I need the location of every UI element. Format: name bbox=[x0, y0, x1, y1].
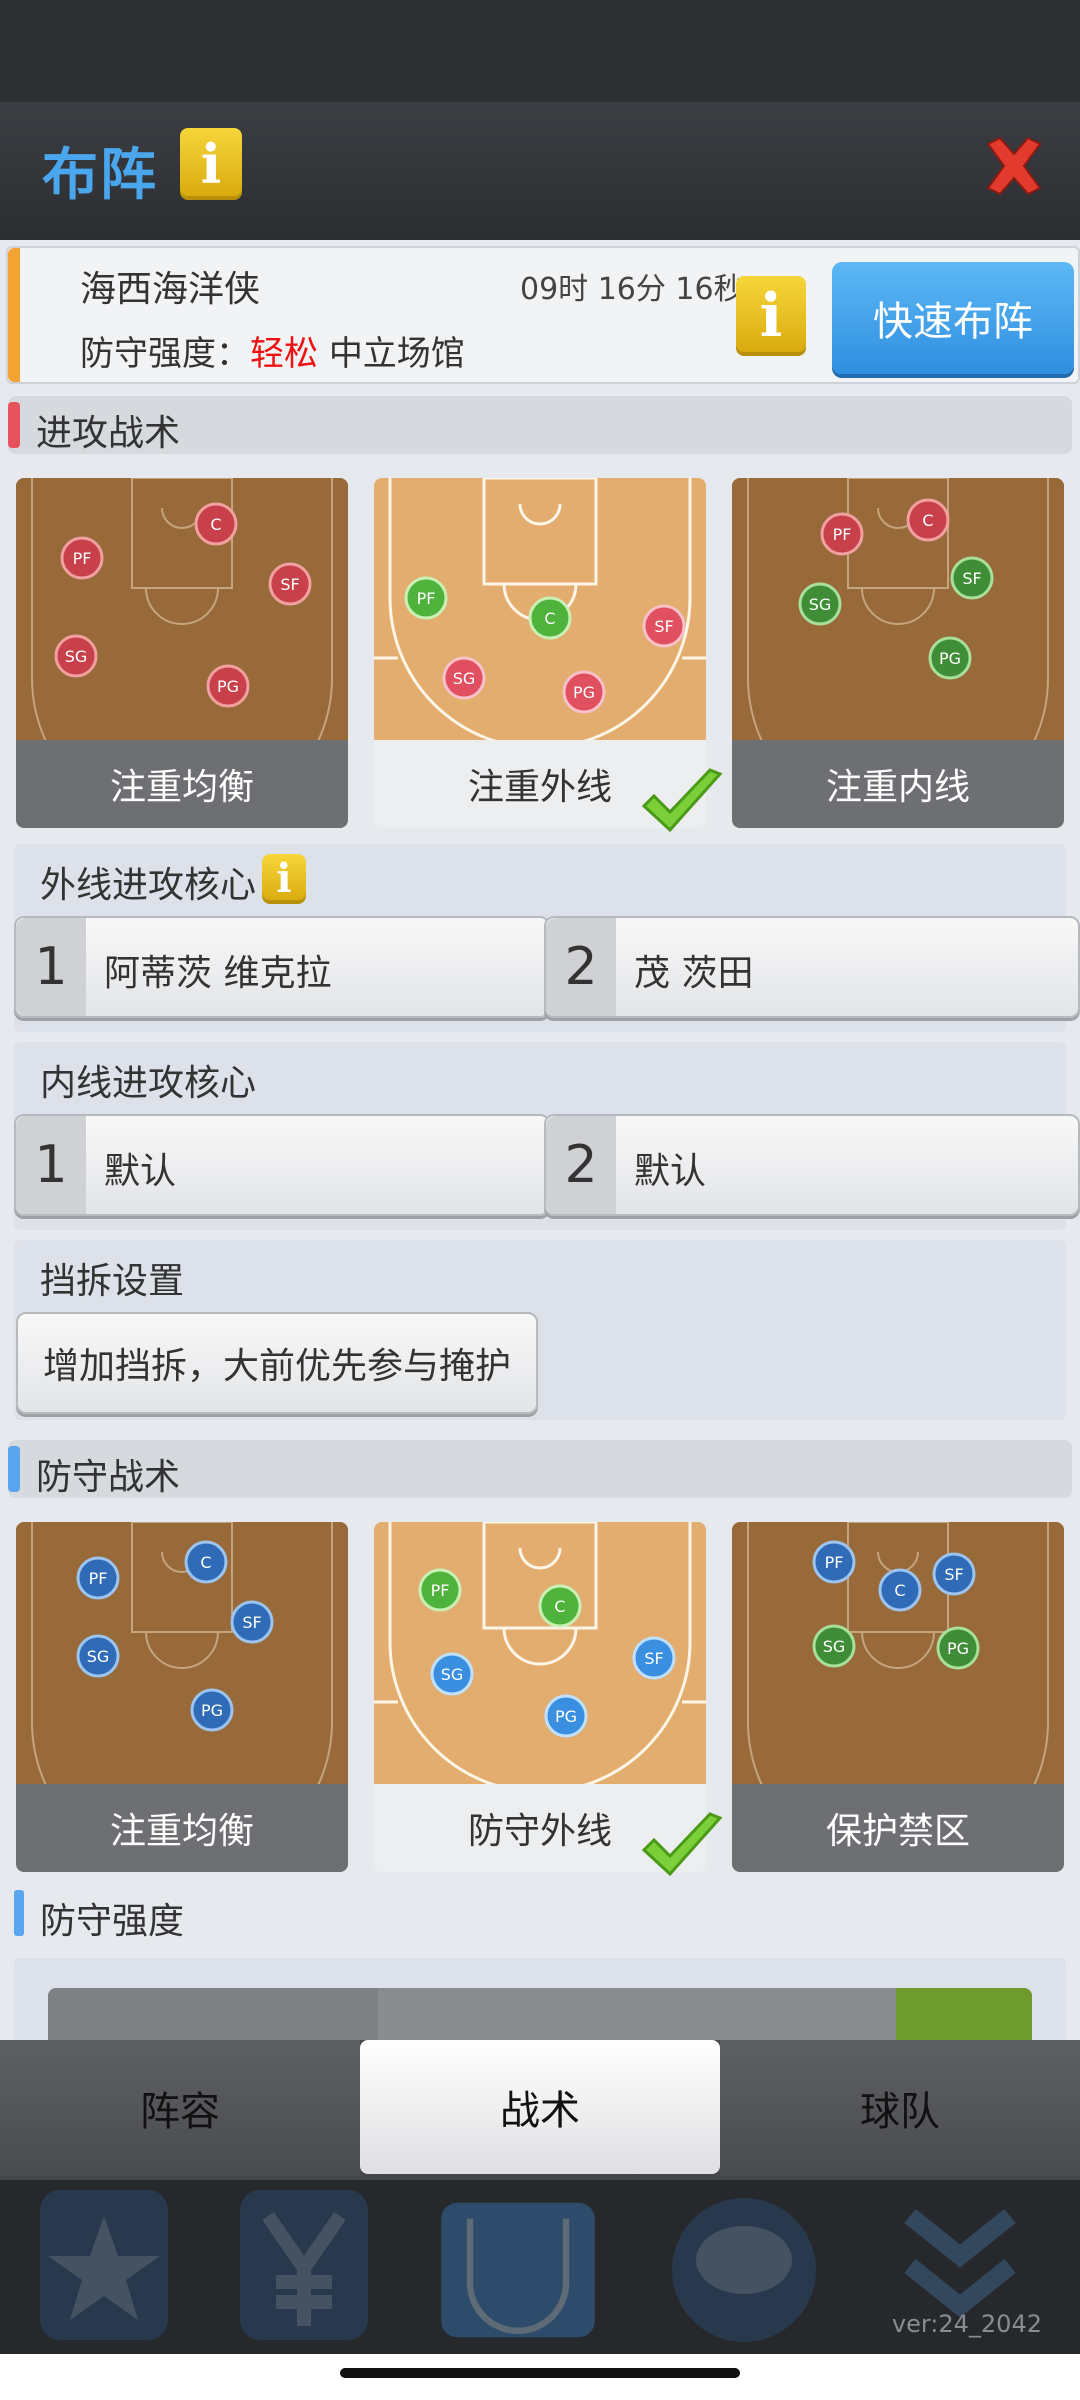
offense-section-header: 进攻战术 bbox=[8, 396, 1072, 454]
court-diagram: PF C SF SG PG bbox=[374, 478, 706, 740]
selected-check-icon bbox=[641, 768, 723, 833]
offense-card-balanced[interactable]: PF C SF SG PG 注重均衡 bbox=[16, 478, 348, 828]
page-header: 布阵 i bbox=[0, 102, 1080, 240]
court-diagram: PF C SF SG PG bbox=[16, 1522, 348, 1784]
home-indicator[interactable] bbox=[340, 2368, 740, 2378]
svg-text:SF: SF bbox=[962, 569, 981, 588]
svg-text:SG: SG bbox=[87, 1647, 110, 1666]
page-title: 布阵 bbox=[42, 143, 158, 208]
player-name: 阿蒂茨 维克拉 bbox=[104, 953, 332, 994]
perimeter-core-slot-2[interactable]: 2 茂 茨田 bbox=[544, 916, 1080, 1018]
defense-title: 防守战术 bbox=[36, 1457, 181, 1498]
defense-section-header: 防守战术 bbox=[8, 1440, 1072, 1498]
star-icon[interactable] bbox=[24, 2186, 184, 2354]
svg-text:SG: SG bbox=[453, 669, 476, 688]
court-diagram: PF C SF SG PG bbox=[732, 478, 1064, 740]
svg-text:PF: PF bbox=[417, 589, 436, 608]
team-name: 海西海洋侠 bbox=[80, 269, 261, 310]
chat-icon[interactable] bbox=[664, 2186, 824, 2354]
screen-setting-select[interactable]: 增加挡拆，大前优先参与掩护 bbox=[16, 1312, 538, 1414]
svg-text:PG: PG bbox=[947, 1639, 969, 1658]
card-label: 保护禁区 bbox=[732, 1784, 1064, 1872]
svg-text:PG: PG bbox=[573, 683, 595, 702]
status-bar bbox=[0, 0, 1080, 102]
svg-text:PF: PF bbox=[89, 1569, 108, 1588]
svg-text:C: C bbox=[554, 1597, 565, 1616]
svg-text:PF: PF bbox=[825, 1553, 844, 1572]
defense-intensity-box bbox=[14, 1958, 1066, 2040]
svg-text:SG: SG bbox=[441, 1665, 464, 1684]
tab-team[interactable]: 球队 bbox=[720, 2040, 1080, 2176]
svg-text:C: C bbox=[922, 511, 933, 530]
svg-text:PF: PF bbox=[833, 525, 852, 544]
court-icon[interactable] bbox=[438, 2186, 598, 2354]
defense-card-protect-paint[interactable]: PF C SF SG PG 保护禁区 bbox=[732, 1522, 1064, 1872]
tab-tactics[interactable]: 战术 bbox=[360, 2040, 720, 2174]
svg-text:C: C bbox=[544, 609, 555, 628]
summary-info-icon[interactable]: i bbox=[736, 276, 806, 356]
perimeter-core-label: 外线进攻核心 bbox=[40, 865, 257, 906]
player-name: 默认 bbox=[104, 1151, 177, 1192]
defense-intensity-slider[interactable] bbox=[48, 1988, 1032, 2040]
court-diagram: PF C SF SG PG bbox=[16, 478, 348, 740]
card-label: 注重内线 bbox=[732, 740, 1064, 828]
tab-lineup[interactable]: 阵容 bbox=[0, 2040, 360, 2176]
info-icon[interactable]: i bbox=[180, 128, 242, 200]
svg-text:C: C bbox=[894, 1581, 905, 1600]
svg-text:SF: SF bbox=[242, 1613, 261, 1632]
court-diagram: PF C SF SG PG bbox=[732, 1522, 1064, 1784]
selected-check-icon bbox=[641, 1812, 723, 1877]
quick-lineup-button[interactable]: 快速布阵 bbox=[832, 262, 1074, 374]
court-diagram: PF C SG SF PG bbox=[374, 1522, 706, 1784]
yuan-icon[interactable] bbox=[224, 2186, 384, 2354]
defense-intensity-label: 防守强度 bbox=[40, 1901, 185, 1942]
card-label: 注重均衡 bbox=[16, 740, 348, 828]
defense-intensity-text: 防守强度：轻松 中立场馆 bbox=[80, 334, 465, 374]
inside-core-slot-1[interactable]: 1 默认 bbox=[14, 1114, 550, 1216]
defense-card-balanced[interactable]: PF C SF SG PG 注重均衡 bbox=[16, 1522, 348, 1872]
svg-text:C: C bbox=[200, 1553, 211, 1572]
inside-core-slot-2[interactable]: 2 默认 bbox=[544, 1114, 1080, 1216]
svg-text:PG: PG bbox=[217, 677, 239, 696]
tactics-panel: 海西海洋侠 09时 16分 16秒 防守强度：轻松 中立场馆 i 快速布阵 进攻… bbox=[0, 240, 1080, 2040]
offense-card-inside[interactable]: PF C SF SG PG 注重内线 bbox=[732, 478, 1064, 828]
svg-text:PF: PF bbox=[431, 1581, 450, 1600]
close-icon[interactable] bbox=[978, 130, 1050, 202]
svg-text:SF: SF bbox=[944, 1565, 963, 1584]
svg-text:PG: PG bbox=[939, 649, 961, 668]
svg-text:SF: SF bbox=[644, 1649, 663, 1668]
svg-text:C: C bbox=[210, 515, 221, 534]
svg-text:PG: PG bbox=[201, 1701, 223, 1720]
player-name: 默认 bbox=[634, 1151, 707, 1192]
perimeter-core-info-icon[interactable]: i bbox=[262, 854, 306, 904]
svg-text:SF: SF bbox=[280, 575, 299, 594]
svg-text:SF: SF bbox=[654, 617, 673, 636]
match-summary: 海西海洋侠 09时 16分 16秒 防守强度：轻松 中立场馆 i 快速布阵 bbox=[6, 246, 1080, 384]
svg-text:PF: PF bbox=[73, 549, 92, 568]
screen-settings-label: 挡拆设置 bbox=[40, 1261, 185, 1302]
bottom-tab-bar: 阵容 战术 球队 bbox=[0, 2040, 1080, 2180]
svg-text:PG: PG bbox=[555, 1707, 577, 1726]
svg-text:SG: SG bbox=[823, 1637, 846, 1656]
slider-handle[interactable] bbox=[896, 1988, 1032, 2040]
svg-text:SG: SG bbox=[65, 647, 88, 666]
inside-core-label: 内线进攻核心 bbox=[40, 1063, 257, 1104]
offense-title: 进攻战术 bbox=[36, 413, 181, 454]
perimeter-core-slot-1[interactable]: 1 阿蒂茨 维克拉 bbox=[14, 916, 550, 1018]
countdown-timer: 09时 16分 16秒 bbox=[520, 272, 744, 307]
card-label: 注重均衡 bbox=[16, 1784, 348, 1872]
player-name: 茂 茨田 bbox=[634, 953, 754, 994]
defense-intensity-header: 防守强度 bbox=[14, 1884, 1074, 1942]
version-label: ver:24_2042 bbox=[891, 2310, 1042, 2338]
svg-text:SG: SG bbox=[809, 595, 832, 614]
